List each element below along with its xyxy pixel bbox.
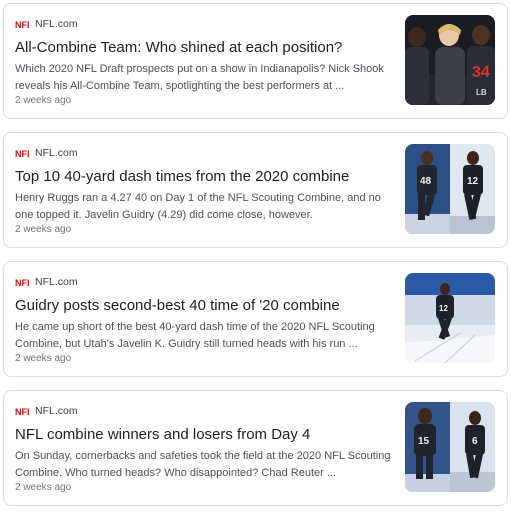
thumbnail-image: 48 12 xyxy=(405,144,495,234)
news-source-name: NFL.com xyxy=(35,405,78,417)
news-snippet: Which 2020 NFL Draft prospects put on a … xyxy=(15,63,384,92)
thumbnail-image: 12 xyxy=(405,273,495,363)
news-title[interactable]: All-Combine Team: Who shined at each pos… xyxy=(15,38,390,57)
svg-text:NFL: NFL xyxy=(15,20,29,30)
news-thumbnail[interactable]: 34 LB xyxy=(405,15,495,105)
news-source: NFL NFL.com xyxy=(15,17,78,31)
svg-text:NFL: NFL xyxy=(15,149,29,159)
news-thumbnail[interactable]: 12 xyxy=(405,273,495,363)
news-results-feed: NFL NFL.com All-Combine Team: Who shined… xyxy=(0,0,511,521)
news-source-name: NFL.com xyxy=(35,147,78,159)
news-thumbnail[interactable]: 15 6 xyxy=(405,402,495,492)
news-source-name: NFL.com xyxy=(35,276,78,288)
thumbnail-jersey-number: 48 xyxy=(420,176,432,187)
news-card[interactable]: NFL NFL.com NFL combine winners and lose… xyxy=(3,390,508,506)
news-timestamp: 2 weeks ago xyxy=(15,224,72,235)
news-source: NFL NFL.com xyxy=(15,146,78,160)
news-source: NFL NFL.com xyxy=(15,275,78,289)
news-card[interactable]: NFL NFL.com All-Combine Team: Who shined… xyxy=(3,3,508,119)
news-card[interactable]: NFL NFL.com Top 10 40-yard dash times fr… xyxy=(3,132,508,248)
news-thumbnail[interactable]: 48 12 xyxy=(405,144,495,234)
nfl-shield-icon: NFL xyxy=(15,278,29,288)
news-source-name: NFL.com xyxy=(35,18,78,30)
news-snippet: On Sunday, cornerbacks and safeties took… xyxy=(15,450,391,479)
thumbnail-image: 34 LB xyxy=(405,15,495,105)
news-card[interactable]: NFL NFL.com Guidry posts second-best 40 … xyxy=(3,261,508,377)
thumbnail-jersey-number: 12 xyxy=(439,304,448,313)
news-title[interactable]: Guidry posts second-best 40 time of '20 … xyxy=(15,296,390,315)
thumbnail-jersey-number: 34 xyxy=(472,64,490,81)
news-snippet: Henry Ruggs ran a 4.27 40 on Day 1 of th… xyxy=(15,192,381,221)
thumbnail-jersey-number: 6 xyxy=(472,436,478,447)
news-timestamp: 2 weeks ago xyxy=(15,482,72,493)
thumbnail-image: 15 6 xyxy=(405,402,495,492)
thumbnail-jersey-label: LB xyxy=(476,88,487,97)
nfl-shield-icon: NFL xyxy=(15,20,29,30)
news-title[interactable]: Top 10 40-yard dash times from the 2020 … xyxy=(15,167,390,186)
svg-text:NFL: NFL xyxy=(15,407,29,417)
news-snippet: He came up short of the best 40-yard das… xyxy=(15,321,375,350)
thumbnail-jersey-number: 15 xyxy=(418,436,430,447)
news-timestamp: 2 weeks ago xyxy=(15,95,72,106)
news-timestamp: 2 weeks ago xyxy=(15,353,72,364)
news-source: NFL NFL.com xyxy=(15,404,78,418)
thumbnail-jersey-number: 12 xyxy=(467,176,479,187)
nfl-shield-icon: NFL xyxy=(15,407,29,417)
svg-text:NFL: NFL xyxy=(15,278,29,288)
news-title[interactable]: NFL combine winners and losers from Day … xyxy=(15,425,390,444)
nfl-shield-icon: NFL xyxy=(15,149,29,159)
